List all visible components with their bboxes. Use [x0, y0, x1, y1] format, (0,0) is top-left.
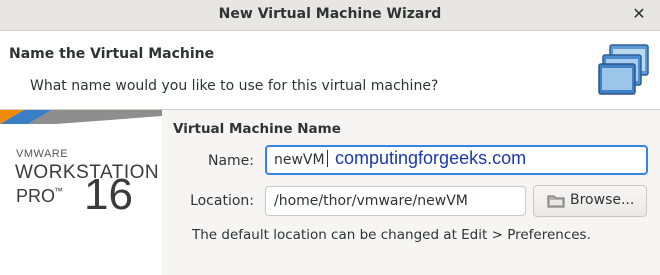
vm-monitors-icon: [598, 44, 649, 95]
name-input-value: newVM: [274, 152, 325, 168]
brand-stripe: [0, 110, 162, 124]
text-caret: [326, 150, 328, 167]
browse-button-label: Browse...: [570, 192, 635, 208]
name-label: Name:: [207, 153, 254, 169]
location-label: Location:: [190, 193, 254, 209]
brand-version: 16: [84, 170, 133, 219]
watermark: computingforgeeks.com: [335, 148, 527, 168]
brand-trademark: ™: [54, 186, 63, 196]
location-input[interactable]: /home/thor/vmware/newVM: [265, 186, 526, 216]
title-bar: New Virtual Machine Wizard ✕: [0, 0, 660, 31]
brand-panel: VMWARE WORKSTATION PRO ™ 16: [0, 110, 162, 275]
section-title: Virtual Machine Name: [173, 121, 341, 137]
close-icon[interactable]: ✕: [630, 4, 648, 24]
page-title: Name the Virtual Machine: [9, 46, 215, 62]
brand-vmware: VMWARE: [16, 148, 69, 160]
location-input-value: /home/thor/vmware/newVM: [274, 193, 468, 209]
page-subtitle: What name would you like to use for this…: [30, 78, 439, 94]
brand-edition: PRO: [16, 186, 56, 206]
browse-button[interactable]: Browse...: [533, 185, 647, 217]
wizard-header: Name the Virtual Machine What name would…: [0, 31, 660, 110]
window-title: New Virtual Machine Wizard: [218, 6, 442, 22]
folder-icon: [547, 195, 565, 208]
location-hint: The default location can be changed at E…: [192, 227, 591, 243]
